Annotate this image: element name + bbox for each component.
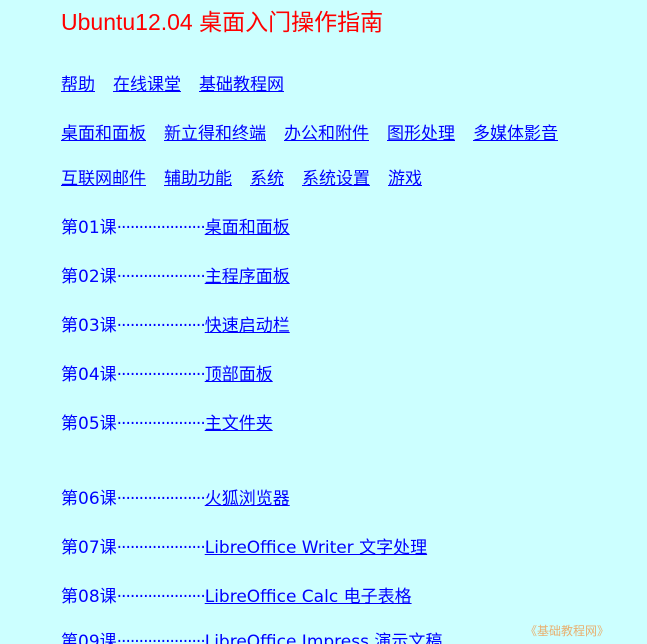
category-link[interactable]: 桌面和面板 bbox=[61, 124, 146, 144]
lesson-item: 第06课····················火狐浏览器 bbox=[61, 488, 290, 510]
category-link[interactable]: 图形处理 bbox=[387, 124, 455, 144]
category-row-2: 互联网邮件 辅助功能 系统 系统设置 游戏 bbox=[61, 168, 440, 190]
lesson-dots: ···················· bbox=[116, 489, 206, 509]
category-link[interactable]: 系统 bbox=[250, 169, 284, 189]
link-help[interactable]: 帮助 bbox=[61, 75, 95, 95]
lesson-dots: ···················· bbox=[116, 316, 206, 336]
lesson-link[interactable]: 桌面和面板 bbox=[205, 218, 290, 238]
lesson-link[interactable]: 火狐浏览器 bbox=[205, 489, 290, 509]
category-link[interactable]: 新立得和终端 bbox=[164, 124, 266, 144]
site-watermark: 《基础教程网》 bbox=[525, 624, 610, 638]
page-title: Ubuntu12.04 桌面入门操作指南 bbox=[61, 9, 384, 35]
lesson-dots: ···················· bbox=[116, 414, 206, 434]
lesson-link[interactable]: LibreOffice Writer 文字处理 bbox=[205, 538, 427, 558]
lesson-link[interactable]: LibreOffice Impress 演示文稿 bbox=[205, 632, 443, 644]
lesson-link[interactable]: 快速启动栏 bbox=[205, 316, 290, 336]
lesson-link[interactable]: 主程序面板 bbox=[205, 267, 290, 287]
lesson-number: 第08课 bbox=[61, 587, 117, 607]
lesson-number: 第03课 bbox=[61, 316, 117, 336]
page: Ubuntu12.04 桌面入门操作指南 帮助 在线课堂 基础教程网 桌面和面板 新立… bbox=[0, 0, 647, 644]
lesson-item: 第04课····················顶部面板 bbox=[61, 364, 273, 386]
category-link[interactable]: 多媒体影音 bbox=[473, 124, 558, 144]
category-link[interactable]: 辅助功能 bbox=[164, 169, 232, 189]
top-links: 帮助 在线课堂 基础教程网 bbox=[61, 74, 302, 96]
lesson-link[interactable]: 顶部面板 bbox=[205, 365, 273, 385]
lesson-dots: ···················· bbox=[116, 587, 206, 607]
lesson-item: 第02课····················主程序面板 bbox=[61, 266, 290, 288]
lesson-number: 第09课 bbox=[61, 632, 117, 644]
lesson-dots: ···················· bbox=[116, 218, 206, 238]
lesson-item: 第07课····················LibreOffice Writ… bbox=[61, 537, 427, 559]
lesson-link[interactable]: 主文件夹 bbox=[205, 414, 273, 434]
category-link[interactable]: 办公和附件 bbox=[284, 124, 369, 144]
lesson-item: 第05课····················主文件夹 bbox=[61, 413, 273, 435]
lesson-dots: ···················· bbox=[116, 632, 206, 644]
lesson-item: 第08课····················LibreOffice Calc… bbox=[61, 586, 412, 608]
lesson-number: 第06课 bbox=[61, 489, 117, 509]
lesson-number: 第07课 bbox=[61, 538, 117, 558]
lesson-number: 第02课 bbox=[61, 267, 117, 287]
lesson-item: 第01课····················桌面和面板 bbox=[61, 217, 290, 239]
link-online-class[interactable]: 在线课堂 bbox=[113, 75, 181, 95]
lesson-item: 第03课····················快速启动栏 bbox=[61, 315, 290, 337]
lesson-dots: ···················· bbox=[116, 538, 206, 558]
category-link[interactable]: 系统设置 bbox=[302, 169, 370, 189]
category-link[interactable]: 互联网邮件 bbox=[61, 169, 146, 189]
category-link[interactable]: 游戏 bbox=[388, 169, 422, 189]
lesson-number: 第05课 bbox=[61, 414, 117, 434]
lesson-link[interactable]: LibreOffice Calc 电子表格 bbox=[205, 587, 412, 607]
lesson-dots: ···················· bbox=[116, 267, 206, 287]
link-tutorial-site[interactable]: 基础教程网 bbox=[199, 75, 284, 95]
lesson-number: 第04课 bbox=[61, 365, 117, 385]
lesson-item: 第09课····················LibreOffice Impr… bbox=[61, 631, 442, 644]
lesson-dots: ···················· bbox=[116, 365, 206, 385]
category-row-1: 桌面和面板 新立得和终端 办公和附件 图形处理 多媒体影音 bbox=[61, 123, 576, 145]
lesson-number: 第01课 bbox=[61, 218, 117, 238]
